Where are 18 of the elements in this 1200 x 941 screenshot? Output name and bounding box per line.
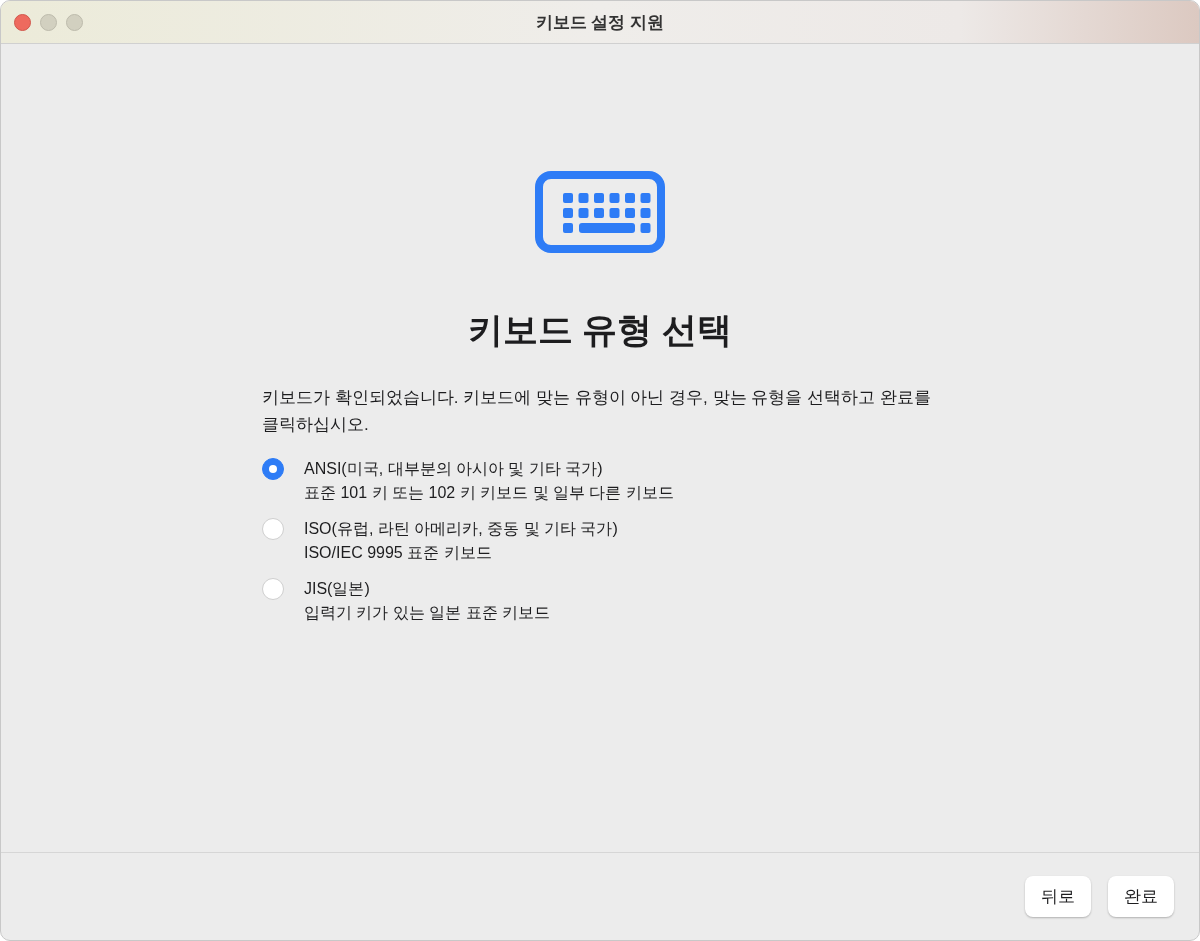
option-description: ISO/IEC 9995 표준 키보드: [304, 543, 493, 563]
minimize-button[interactable]: [40, 13, 57, 31]
option-label: JIS(일본): [304, 579, 371, 599]
zoom-button[interactable]: [66, 13, 83, 31]
back-button[interactable]: 뒤로: [1025, 876, 1091, 917]
option-description: 표준 101 키 또는 102 키 키보드 및 일부 다른 키보드: [304, 483, 674, 503]
option-description: 입력기 키가 있는 일본 표준 키보드: [304, 603, 551, 623]
option-label: ISO(유럽, 라틴 아메리카, 중동 및 기타 국가): [304, 519, 618, 539]
radio-button[interactable]: [262, 578, 284, 600]
radio-button[interactable]: [262, 458, 284, 480]
keyboard-icon: [535, 171, 665, 253]
done-button[interactable]: 완료: [1108, 876, 1174, 917]
close-button[interactable]: [14, 13, 31, 31]
description-text: 키보드가 확인되었습니다. 키보드에 맞는 유형이 아닌 경우, 맞는 유형을 선택하고 완료를 클릭하십시오.: [262, 387, 932, 436]
option-label: ANSI(미국, 대부분의 아시아 및 기타 국가): [304, 459, 604, 479]
radio-button[interactable]: [262, 518, 284, 540]
window-title: 키보드 설정 지원: [535, 12, 665, 32]
page-heading: 키보드 유형 선택: [467, 309, 733, 351]
